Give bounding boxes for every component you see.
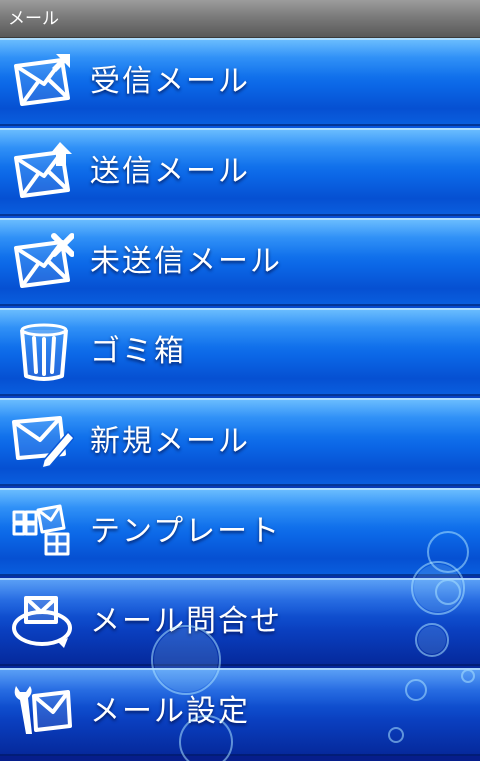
app-title: メール [8, 9, 59, 29]
mail-menu-list: 受信メール 送信メール 未送信メール ゴミ箱 新規メール テンプレート メール問… [0, 38, 480, 761]
template-icon [10, 502, 74, 562]
mail-screen: メール 受信メール 送信メール 未送信メール ゴミ箱 新規メール テンプレート … [0, 0, 480, 761]
mail-inbox-icon [10, 52, 74, 112]
menu-item-unsent[interactable]: 未送信メール [0, 218, 480, 306]
trash-icon [10, 322, 74, 382]
mail-compose-icon [10, 412, 76, 472]
title-bar: メール [0, 0, 480, 38]
mail-settings-icon [10, 682, 74, 742]
menu-item-label: 新規メール [90, 424, 250, 459]
mail-unsent-icon [10, 232, 75, 292]
menu-item-template[interactable]: テンプレート [0, 488, 480, 576]
menu-item-new-mail[interactable]: 新規メール [0, 398, 480, 486]
menu-item-mail-inquiry[interactable]: メール問合せ [0, 578, 480, 666]
menu-item-label: 未送信メール [90, 244, 282, 279]
menu-item-label: テンプレート [90, 514, 282, 549]
menu-item-label: メール問合せ [90, 604, 282, 639]
menu-item-label: 送信メール [90, 154, 250, 189]
mail-sent-icon [10, 142, 74, 202]
menu-item-inbox[interactable]: 受信メール [0, 38, 480, 126]
menu-item-label: メール設定 [90, 694, 250, 729]
menu-item-sent[interactable]: 送信メール [0, 128, 480, 216]
mail-inquiry-icon [10, 592, 74, 652]
menu-item-mail-settings[interactable]: メール設定 [0, 668, 480, 756]
menu-item-label: ゴミ箱 [90, 334, 186, 369]
menu-item-trash[interactable]: ゴミ箱 [0, 308, 480, 396]
menu-item-label: 受信メール [90, 64, 250, 99]
